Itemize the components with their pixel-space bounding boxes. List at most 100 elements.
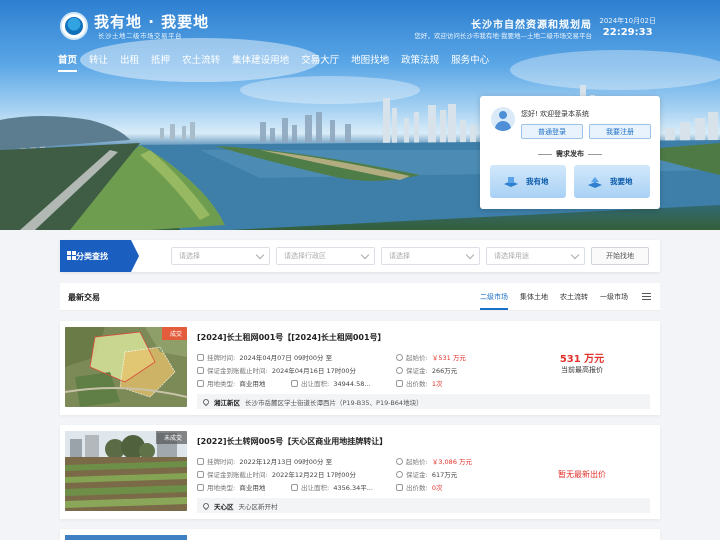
location-bar: 天心区 天心区新开村 [197,498,650,513]
tab-primary-market[interactable]: 一级市场 [600,292,628,302]
area-value: 34944.58... [333,380,371,388]
land-box-icon [504,176,518,187]
grid-icon [67,251,76,260]
nav-farmland[interactable]: 农土流转 [182,52,220,72]
chevron-down-icon [570,250,580,260]
land-use-value: 商业用地 [239,484,266,492]
section-title: 最新交易 [68,293,100,302]
type-select[interactable]: 请选择 [171,247,270,265]
district-name: 湘江新区 [214,398,240,407]
listing-thumbnail [65,535,187,540]
menu-icon[interactable] [642,293,651,300]
login-button[interactable]: 普通登录 [521,124,583,139]
nav-service-center[interactable]: 服务中心 [451,52,489,72]
register-button[interactable]: 我要注册 [589,124,651,139]
location-bar: 湘江新区 长沙市岳麓区学士街道长潭西片（P19-B35、P19-B64地块） [197,394,650,409]
shield-icon [396,471,403,478]
nav-trading-hall[interactable]: 交易大厅 [301,52,339,72]
location-pin-icon [201,501,211,510]
calendar-icon [197,471,204,478]
listing-card[interactable]: 成交 [2024]长土租网001号【[2024]长土租网001号】 挂牌时间: … [60,321,660,415]
tab-secondary-market[interactable]: 二级市场 [480,292,508,310]
calendar-icon [197,367,204,374]
category-select-placeholder: 请选择 [389,252,410,260]
welcome-text: 您好，欢迎访问长沙市我有地·我要地—土地二级市场交易平台 [414,32,592,40]
usage-select[interactable]: 请选择用途 [486,247,585,265]
user-avatar-icon [491,107,515,131]
clock-icon [197,354,204,361]
site-photo-image: 未成交 [65,431,187,511]
deposit-deadline-value: 2024年04月16日 17时00分 [271,367,357,375]
chevron-down-icon [465,250,475,260]
start-price-row: 起始价: ￥531 万元 [396,352,466,362]
listing-time-row: 挂牌时间: 2024年04月07日 09时00分 至 [197,352,332,362]
datetime-display: 2024年10月02日 22:29:33 [599,16,656,38]
nav-map-search[interactable]: 地图找地 [351,52,389,72]
nav-collective-land[interactable]: 集体建设用地 [232,52,289,72]
tab-collective-land[interactable]: 集体土地 [520,292,548,302]
listing-title[interactable]: [2022]长土转网005号【天心区商业用地挂牌转让】 [197,436,387,447]
category-search-label: 分类查找 [76,251,108,261]
listing-card[interactable]: 未成交 [2022]长土转网005号【天心区商业用地挂牌转让】 挂牌时间: 20… [60,425,660,519]
bids-value: 0次 [431,484,443,492]
listing-time-row: 挂牌时间: 2022年12月13日 09时00分 至 [197,456,332,466]
clock-icon [197,458,204,465]
nav-mortgage[interactable]: 抵押 [151,52,170,72]
nav-lease[interactable]: 出租 [120,52,139,72]
land-type-icon [197,380,204,387]
listing-title[interactable]: [2024]长土租网001号【[2024]长土租网001号】 [197,332,386,343]
deposit-deadline-row: 保证金到账截止时间: 2024年04月16日 17时00分 [197,365,356,375]
have-land-button[interactable]: 我有地 [490,165,566,198]
land-house-icon [588,176,602,188]
area-row: 出让面积: 4356.34平... [291,482,373,492]
category-search-tag: 分类查找 [60,240,139,272]
deposit-row: 保证金: 617万元 [396,469,457,479]
area-icon [291,380,298,387]
have-land-label: 我有地 [526,177,549,186]
site-logo[interactable] [60,12,88,40]
parcel-map-image: 成交 [65,327,187,407]
want-land-button[interactable]: 我要地 [574,165,650,198]
category-select[interactable]: 请选择 [381,247,480,265]
land-use-value: 商业用地 [239,380,266,388]
address-text: 长沙市岳麓区学士街道长潭西片（P19-B35、P19-B64地块） [245,398,423,407]
latest-transactions-header: 最新交易 二级市场 集体土地 农土流转 一级市场 [60,283,660,311]
bids-value: 1次 [431,380,443,388]
date-text: 2024年10月02日 [599,17,656,25]
area-value: 4356.34平... [333,484,373,492]
bids-row: 出价数: 1次 [396,378,442,388]
tab-farmland[interactable]: 农土流转 [560,292,588,302]
bid-icon [396,380,403,387]
deposit-deadline-row: 保证金到账截止时间: 2022年12月22日 17时00分 [197,469,356,479]
area-row: 出让面积: 34944.58... [291,378,371,388]
shield-icon [396,367,403,374]
address-text: 天心区新开村 [238,502,278,511]
usage-select-placeholder: 请选择用途 [494,252,529,260]
current-price-label: 当前最高报价 [561,366,603,374]
find-land-button[interactable]: 开始找地 [591,247,649,265]
listing-card[interactable] [60,529,660,540]
price-icon [396,458,403,465]
district-select[interactable]: 请选择行政区 [276,247,375,265]
start-price-value: ￥531 万元 [431,354,466,362]
nav-home[interactable]: 首页 [58,52,78,72]
time-text: 22:29:33 [602,27,653,38]
area-icon [291,484,298,491]
deposit-value: 617万元 [431,471,458,479]
brand-subtitle: 长沙土地二级市场交易平台 [98,32,182,40]
district-select-placeholder: 请选择行政区 [284,252,326,260]
bureau-name: 长沙市自然资源和规划局 [471,20,592,31]
start-price-row: 起始价: ￥3,086 万元 [396,456,472,466]
category-filter-bar: 分类查找 请选择 请选择行政区 请选择 请选择用途 开始找地 [60,240,660,272]
brand-title: 我有地 · 我要地 [94,13,210,31]
demand-publish-title: 需求发布 [480,149,660,159]
login-hint: 您好! 欢迎登录本系统 [521,110,590,118]
no-bid-notice: 暂无最新出价 [558,470,606,479]
hero-banner: 我有地 · 我要地 长沙土地二级市场交易平台 长沙市自然资源和规划局 您好，欢迎… [0,0,720,230]
land-use-row: 用地类型: 商业用地 [197,482,265,492]
price-icon [396,354,403,361]
nav-transfer[interactable]: 转让 [89,52,108,72]
listing-time-value: 2024年04月07日 09时00分 至 [239,354,333,362]
login-panel: 您好! 欢迎登录本系统 普通登录 我要注册 需求发布 我有地 我要地 [480,96,660,209]
nav-policy[interactable]: 政策法规 [401,52,439,72]
